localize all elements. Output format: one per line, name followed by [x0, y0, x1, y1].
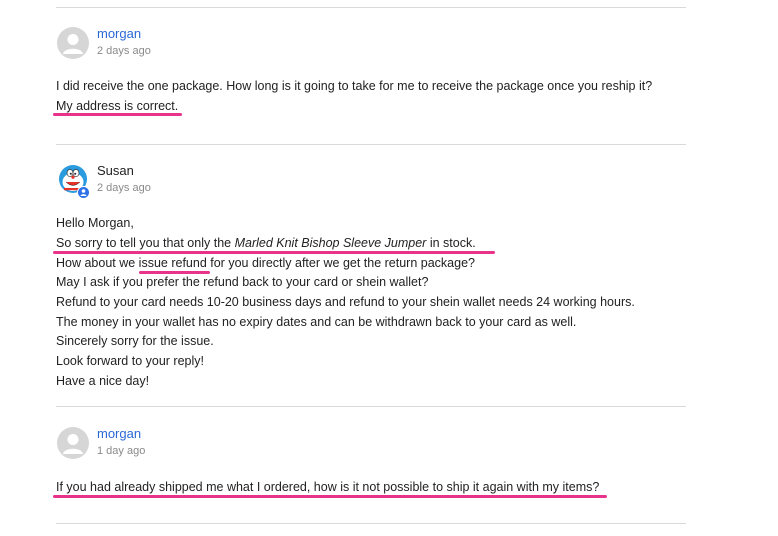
- comment-text-line: Have a nice day!: [56, 374, 150, 388]
- comment-text-line: Look forward to your reply!: [56, 354, 204, 368]
- highlight-underline: [53, 495, 607, 498]
- comment-text-line: Refund to your card needs 10-20 business…: [56, 295, 635, 309]
- divider: [56, 144, 686, 145]
- comment-text-line: Hello Morgan,: [56, 216, 134, 230]
- comment-text-line: If you had already shipped me what I ord…: [56, 480, 600, 494]
- highlight-underline: [53, 113, 182, 116]
- author-name-link[interactable]: morgan: [97, 26, 141, 42]
- text-segment: in stock.: [426, 236, 476, 250]
- comment-text-line: I did receive the one package. How long …: [56, 79, 653, 93]
- user-avatar-icon[interactable]: [57, 427, 89, 459]
- comment-text-line: So sorry to tell you that only the Marle…: [56, 235, 476, 251]
- comment-timestamp: 1 day ago: [97, 445, 146, 457]
- staff-person-icon: [77, 186, 90, 199]
- user-avatar-icon[interactable]: [57, 27, 89, 59]
- divider: [56, 7, 686, 8]
- divider: [56, 406, 686, 407]
- divider: [56, 523, 686, 524]
- comment-text-line: The money in your wallet has no expiry d…: [56, 315, 577, 329]
- comment-text-line: May I ask if you prefer the refund back …: [56, 275, 429, 289]
- comment-timestamp: 2 days ago: [97, 182, 151, 194]
- comment-text-line: My address is correct.: [56, 99, 179, 113]
- highlight-underline: [53, 251, 495, 254]
- author-name: Susan: [97, 163, 134, 178]
- text-segment: So sorry to tell you that only the: [56, 236, 235, 250]
- product-name: Marled Knit Bishop Sleeve Jumper: [234, 236, 427, 250]
- author-name-link[interactable]: morgan: [97, 426, 141, 442]
- comment-text-line: How about we issue refund for you direct…: [56, 256, 475, 270]
- comment-timestamp: 2 days ago: [97, 45, 151, 57]
- comment-text-line: Sincerely sorry for the issue.: [56, 334, 214, 348]
